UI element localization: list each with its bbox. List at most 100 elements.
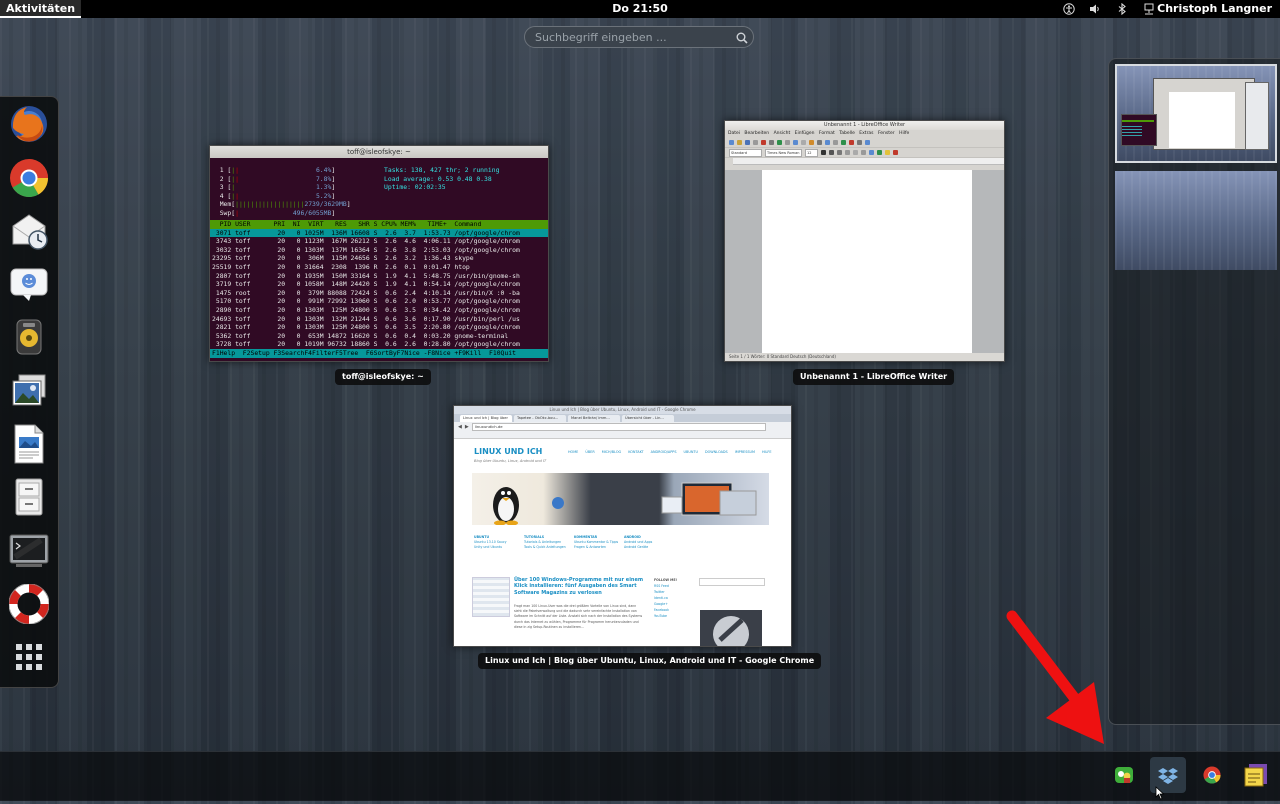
cpu-meter: 4 [|| 5.2%] [219,191,336,200]
post-title[interactable]: Über 100 Windows-Programme mit nur einem… [514,577,644,596]
site-column: UBUNTU Ubuntu 13.10 Saucy Unity und Ubuntu [474,535,507,549]
writer-window[interactable]: Unbenannt 1 - LibreOffice Writer Datei B… [724,120,1005,362]
table-row[interactable]: 3071 toff 20 0 1025M 136M 16608 S 2.6 3.… [210,228,548,238]
htop-uptime: Uptime: 02:02:35 [384,183,446,192]
sidebar-image[interactable] [700,610,762,646]
table-row[interactable]: 2821 toff 20 0 1303M 125M 24800 S 0.6 3.… [210,323,548,332]
site-column: ANDROID Android und Apps Android Geräte [624,535,653,549]
music-player-icon[interactable] [7,315,51,359]
notes-icon[interactable] [1238,757,1274,793]
site-subtitle: Blog über Ubuntu, Linux, Android und IT [474,459,547,463]
post-thumbnail[interactable] [472,577,510,617]
address-bar[interactable]: linuxundich.de [471,422,766,431]
terminal-titlebar: toff@isleofskye: ~ [210,146,548,158]
terminal-icon[interactable] [7,529,51,573]
window-label-terminal: toff@isleofskye: ~ [335,369,431,385]
table-row[interactable]: 2890 toff 20 0 1303M 125M 24800 S 0.6 3.… [210,306,548,315]
table-row[interactable]: 24693 toff 20 0 1303M 132M 21244 S 0.6 3… [210,315,548,324]
bookmarks-bar[interactable] [454,431,791,439]
workspace-1[interactable] [1115,64,1277,163]
writer-standard-toolbar[interactable] [725,138,1004,148]
cpu-meter: 1 [|| 6.4%] [219,166,336,174]
mem-meter: Mem[||||||||||||||||||2739/3629MB] [212,200,351,209]
mail-clock-icon[interactable] [7,209,51,253]
workspace-switcher [1108,58,1280,725]
table-row[interactable]: 23295 toff 20 0 306M 115M 24656 S 2.6 3.… [210,254,548,263]
writer-ruler[interactable] [733,158,1004,165]
accessibility-icon[interactable] [1063,3,1075,15]
firefox-icon[interactable] [7,102,51,146]
writer-menubar[interactable]: Datei Bearbeiten Ansicht Einfügen Format… [725,130,1004,138]
chrome-window[interactable]: Linux und Ich | Blog über Ubuntu, Linux,… [453,405,792,647]
workspace-2[interactable] [1115,171,1277,270]
show-apps-grid-icon[interactable] [7,635,51,679]
htop-load: Load average: 0.53 0.48 0.38 [384,174,492,183]
site-title[interactable]: LINUX UND ICH [474,447,542,456]
chat-icon[interactable] [7,262,51,306]
font-size-box[interactable]: 12 [805,148,818,157]
chrome-icon[interactable] [7,156,51,200]
clock-label[interactable]: Do 21:50 [612,2,668,15]
cpu-meter: 2 [|| 7.8%] [219,174,336,183]
back-icon[interactable]: ◀ [458,424,462,430]
table-row[interactable]: 5362 toff 20 0 653M 14872 16620 S 0.6 0.… [210,332,548,341]
chrome-icon[interactable] [1194,757,1230,793]
writer-page[interactable] [762,170,972,353]
writer-statusbar: Seite 1 / 1 Wörter: 0 Standard Deutsch (… [725,353,1004,361]
paragraph-style-box[interactable]: Standard [729,148,762,157]
site-navigation[interactable]: HOME ÜBER MICH/BLOG KONTAKT ANDROID/APPS… [568,450,772,454]
table-row[interactable]: 5170 toff 20 0 991M 72992 13060 S 0.6 2.… [210,297,548,306]
table-row[interactable]: 3743 toff 20 0 1123M 167M 26212 S 2.6 4.… [210,237,548,246]
swap-meter: Swp[| 496/6055MB] [212,208,336,217]
search-input[interactable] [524,26,754,48]
site-search-box[interactable] [699,578,765,586]
network-icon[interactable] [1143,3,1155,15]
table-row[interactable]: 3728 toff 20 0 1019M 96732 18860 S 0.6 2… [210,340,548,349]
chrome-titlebar: Linux und Ich | Blog über Ubuntu, Linux,… [454,406,791,414]
mouse-cursor [1155,785,1165,804]
table-row[interactable]: 3032 toff 20 0 1303M 137M 16364 S 2.6 3.… [210,246,548,255]
terminal-window[interactable]: toff@isleofskye: ~ 1 [|| 6.4%] 2 [|| 7.8… [209,145,549,362]
help-lifebuoy-icon[interactable] [7,582,51,626]
search-icon [735,30,749,44]
browser-tab[interactable]: Manel Beltrán/ imm... [568,415,620,422]
post-excerpt: Fragt man 100 Linux-User was die drei gr… [514,604,643,629]
site-banner-image[interactable] [472,473,769,525]
chrome-tabstrip: Linux und Ich | Blog über Tapetee - ObOk… [454,414,791,422]
process-table-header: PID USER PRI NI VIRT RES SHR S CPU% MEM%… [210,220,548,229]
user-menu[interactable]: Christoph Langner [1157,0,1272,18]
htop-tasks: Tasks: 138, 427 thr; 2 running [384,166,500,174]
web-page[interactable]: LINUX UND ICH Blog über Ubuntu, Linux, A… [464,439,781,646]
writer-document-area[interactable] [725,170,1004,353]
writer-format-toolbar[interactable]: Standard Times New Roman 12 [725,148,1004,158]
writer-titlebar: Unbenannt 1 - LibreOffice Writer [725,121,1004,130]
window-label-chrome: Linux und Ich | Blog über Ubuntu, Linux,… [478,653,822,669]
browser-tab[interactable]: Übersicht über - Lin... [622,415,674,422]
dash [0,96,59,688]
htop-function-keys[interactable]: F1Help F2Setup F3SearchF4FilterF5Tree F6… [210,348,548,358]
table-row[interactable]: 2807 toff 20 0 1935M 150M 33164 S 1.9 4.… [210,272,548,281]
window-label-writer: Unbenannt 1 - LibreOffice Writer [793,369,955,385]
site-column: KOMMENTAR Ubuntu Kommentar & Tipps Fragen … [574,535,619,549]
document-icon[interactable] [7,422,51,466]
htop-meters: 1 [|| 6.4%] 2 [|| 7.8%] 3 [| 1.3%] 4 [||… [210,166,548,217]
font-name-box[interactable]: Times New Roman [765,148,802,157]
image-viewer-icon[interactable] [7,369,51,413]
site-sidebar: FOLLOW ME! RSS Feed Twitter Identi.ca Go… [654,578,677,618]
green-chat-icon[interactable] [1106,757,1142,793]
message-tray [0,751,1280,801]
file-cabinet-icon[interactable] [7,475,51,519]
chrome-toolbar: ◀ ▶ linuxundich.de [454,422,791,431]
browser-tab[interactable]: Linux und Ich | Blog über [460,415,512,422]
table-row[interactable]: 25519 toff 20 0 31664 2308 1396 R 2.6 0.… [210,263,548,272]
cpu-meter: 3 [| 1.3%] [219,183,336,192]
table-row[interactable]: 1475 root 20 0 379M 88088 72424 S 0.6 2.… [210,289,548,298]
bluetooth-icon[interactable] [1116,2,1128,16]
browser-tab[interactable]: Tapetee - ObOkc-bou... [514,415,566,422]
site-column: TUTORIALS Tutorials & Anleitungen Tools & … [524,535,566,549]
annotation-arrow [1000,610,1112,754]
volume-icon[interactable] [1089,3,1101,15]
forward-icon[interactable]: ▶ [465,424,469,430]
table-row[interactable]: 3719 toff 20 0 1058M 148M 24420 S 1.9 4.… [210,280,548,289]
activities-button[interactable]: Aktivitäten [0,0,82,18]
